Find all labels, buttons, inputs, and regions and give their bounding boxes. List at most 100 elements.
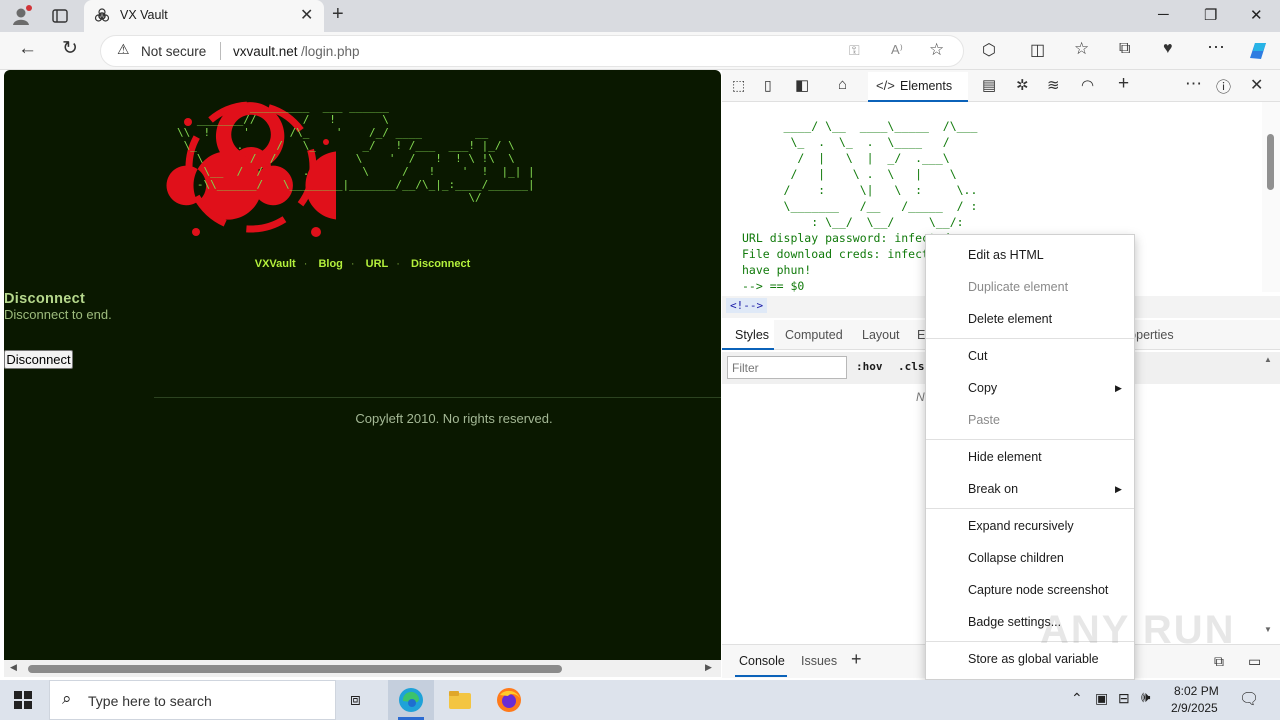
dom-tree-line[interactable]: \_______ /__ /_____ / : xyxy=(742,198,1262,214)
performance-icon[interactable]: ♥ xyxy=(1163,40,1173,58)
close-window-icon[interactable]: ✕ xyxy=(1250,6,1263,24)
menu-separator xyxy=(926,508,1134,509)
console-icon[interactable]: ▤ xyxy=(982,76,996,94)
menu-item-paste[interactable]: Paste xyxy=(968,413,1000,427)
submenu-arrow-icon: ▶ xyxy=(1115,484,1122,494)
more-tools-plus-icon[interactable]: + xyxy=(1118,73,1129,95)
add-drawer-tab-icon[interactable]: + xyxy=(851,649,862,670)
tab-actions-icon[interactable] xyxy=(52,8,68,24)
menu-item-collapse-children[interactable]: Collapse children xyxy=(968,551,1064,565)
favorites-icon[interactable]: ☆ xyxy=(1074,39,1089,59)
menu-item-duplicate-element[interactable]: Duplicate element xyxy=(968,280,1068,294)
subtab-computed[interactable]: Computed xyxy=(785,328,843,342)
address-bar[interactable]: ⚠ Not secure vxvault.net /login.php ⚿ A⁾… xyxy=(100,35,964,67)
scroll-right-icon[interactable]: ▶ xyxy=(705,662,712,673)
dock-drawer-icon[interactable]: ⧉ xyxy=(1214,653,1224,670)
scroll-down-icon[interactable]: ▼ xyxy=(1264,625,1272,634)
dom-tree-line[interactable]: / | \ . \ | \ xyxy=(742,166,1262,182)
notifications-icon[interactable]: 🗨 xyxy=(1239,689,1259,709)
dom-tree-line[interactable]: ____/ \__ ____\_____ /\___ xyxy=(742,118,1262,134)
close-devtools-icon[interactable]: ✕ xyxy=(1250,75,1263,95)
close-tab-icon[interactable]: ✕ xyxy=(300,5,313,25)
help-icon[interactable]: ⓘ xyxy=(1216,76,1231,97)
tab-elements[interactable]: </> Elements xyxy=(868,72,968,102)
url-path[interactable]: /login.php xyxy=(301,44,360,59)
dom-tree-line[interactable]: / : \| \ : \.. xyxy=(742,182,1262,198)
subtab-styles[interactable]: Styles xyxy=(735,328,769,342)
welcome-home-icon[interactable]: ⌂ xyxy=(838,76,847,93)
warning-icon[interactable]: ⚠ xyxy=(117,41,130,58)
inspect-icon[interactable]: ⬚ xyxy=(732,77,745,94)
menu-item-expand-recursively[interactable]: Expand recursively xyxy=(968,519,1074,533)
devtools-menu-icon[interactable]: ⋯ xyxy=(1185,74,1202,94)
dom-tree-line[interactable]: / | \ | _/ .___\ xyxy=(742,150,1262,166)
tab-issues[interactable]: Issues xyxy=(801,654,837,668)
menu-item-break-on[interactable]: Break on xyxy=(968,482,1018,496)
volume-icon[interactable]: 🕪 xyxy=(1141,689,1150,706)
device-emulation-icon[interactable]: ▯ xyxy=(764,77,772,94)
taskbar-search[interactable]: ⌕ Type here to search xyxy=(49,680,336,720)
disconnect-button[interactable]: Disconnect xyxy=(4,350,73,369)
profile-icon[interactable] xyxy=(10,5,32,27)
cls-toggle[interactable]: .cls xyxy=(898,360,925,373)
dock-side-icon[interactable]: ◧ xyxy=(795,76,809,94)
back-icon[interactable]: ← xyxy=(18,38,37,60)
network-wifi-icon[interactable]: ≋ xyxy=(1047,76,1060,94)
clock-date[interactable]: 2/9/2025 xyxy=(1171,701,1218,715)
key-icon[interactable]: ⚿ xyxy=(849,42,860,59)
favorite-star-icon[interactable]: ☆ xyxy=(929,40,944,60)
nav-link-vxvault[interactable]: VXVault xyxy=(255,258,296,270)
dom-tree-line[interactable]: \_ . \_ . \____ / xyxy=(742,134,1262,150)
menu-item-store-as-global-variable[interactable]: Store as global variable xyxy=(968,652,1099,666)
bug-icon[interactable]: ✲ xyxy=(1016,76,1029,94)
task-view-icon[interactable]: ⧈ xyxy=(350,690,361,710)
network-icon[interactable]: ⊟ xyxy=(1118,690,1130,707)
scroll-thumb[interactable] xyxy=(28,665,562,673)
read-aloud-icon[interactable]: A⁾ xyxy=(891,42,903,58)
url-host[interactable]: vxvault.net xyxy=(233,44,298,59)
devtools-toolbar: ⬚ ▯ ◧ ⌂ </> Elements ▤ ✲ ≋ ◠ + ⋯ ⓘ ✕ xyxy=(722,70,1280,102)
more-options-icon[interactable]: ⋯ xyxy=(1207,37,1225,58)
menu-item-capture-node-screenshot[interactable]: Capture node screenshot xyxy=(968,583,1108,597)
dom-tree-line[interactable]: : \__/ \__/ \__/: xyxy=(742,214,1262,230)
horizontal-scrollbar[interactable]: ◀ ▶ xyxy=(4,660,721,677)
nav-link-blog[interactable]: Blog xyxy=(318,258,342,270)
file-explorer-icon[interactable] xyxy=(448,689,472,711)
close-drawer-icon[interactable]: ▭ xyxy=(1248,653,1261,670)
tray-device-icon[interactable]: ▣ xyxy=(1095,690,1108,707)
subtab-layout[interactable]: Layout xyxy=(862,328,900,342)
tab-vx-vault[interactable]: VX Vault ✕ xyxy=(84,0,324,32)
breadcrumb-comment-node[interactable]: <!--> xyxy=(726,298,768,313)
copilot-icon[interactable] xyxy=(1246,40,1270,62)
performance-gauge-icon[interactable]: ◠ xyxy=(1081,76,1094,94)
extensions-icon[interactable]: ⬡ xyxy=(982,40,996,60)
menu-item-delete-element[interactable]: Delete element xyxy=(968,312,1052,326)
menu-item-edit-as-html[interactable]: Edit as HTML xyxy=(968,248,1044,262)
nav-link-disconnect[interactable]: Disconnect xyxy=(411,258,470,270)
hov-toggle[interactable]: :hov xyxy=(856,360,883,373)
tab-console[interactable]: Console xyxy=(739,654,785,668)
dom-scrollbar[interactable] xyxy=(1262,102,1280,292)
menu-separator xyxy=(926,338,1134,339)
refresh-icon[interactable]: ↻ xyxy=(62,37,78,60)
scroll-thumb[interactable] xyxy=(1267,134,1274,190)
taskbar-edge-active[interactable] xyxy=(388,680,434,720)
scroll-up-icon[interactable]: ▲ xyxy=(1264,355,1272,364)
menu-item-cut[interactable]: Cut xyxy=(968,349,987,363)
collections-icon[interactable]: ⧉ xyxy=(1119,40,1130,58)
windows-start-icon[interactable] xyxy=(14,691,32,709)
new-tab-icon[interactable]: + xyxy=(332,3,344,26)
nav-link-url[interactable]: URL xyxy=(366,258,389,270)
ascii-vxvault-logo: _________ ___ ______ _______// / ! \ \\ … xyxy=(176,100,535,204)
tray-chevron-icon[interactable]: ⌃ xyxy=(1071,690,1083,707)
scroll-left-icon[interactable]: ◀ xyxy=(10,662,17,673)
clock-time[interactable]: 8:02 PM xyxy=(1174,684,1219,698)
firefox-icon[interactable] xyxy=(496,687,522,713)
menu-item-copy[interactable]: Copy xyxy=(968,381,997,395)
split-screen-icon[interactable]: ◫ xyxy=(1030,40,1045,60)
minimize-icon[interactable]: ─ xyxy=(1158,6,1169,23)
styles-filter-input[interactable]: Filter xyxy=(727,356,847,379)
maximize-icon[interactable]: ❐ xyxy=(1204,6,1217,24)
security-label[interactable]: Not secure xyxy=(141,44,206,59)
menu-item-hide-element[interactable]: Hide element xyxy=(968,450,1042,464)
